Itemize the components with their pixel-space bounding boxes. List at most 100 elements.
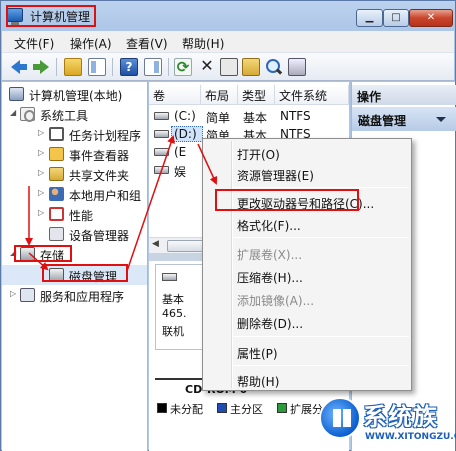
tree-item-root[interactable]: 计算机管理(本地) <box>2 84 147 104</box>
menu-separator <box>233 187 409 188</box>
disk-icon[interactable] <box>288 58 306 76</box>
menu-item-add-mirror: 添加镜像(A)... <box>237 294 315 308</box>
title-bar[interactable]: 计算机管理 ▁ □ ✕ <box>1 1 455 31</box>
disk-management-highlight-box <box>42 264 128 282</box>
change-drive-letter-highlight-box <box>215 189 359 211</box>
show-action-pane-icon[interactable] <box>144 58 162 76</box>
column-header-type[interactable]: 类型 <box>238 85 275 105</box>
watermark-url: WWW.XITONGZU.COM <box>365 432 456 442</box>
help-icon[interactable]: ? <box>120 58 138 76</box>
toolbar-separator <box>112 58 113 76</box>
tree-label: 性能 <box>69 209 94 223</box>
watermark-title: 系统族 <box>363 403 438 431</box>
menu-item-delete[interactable]: 删除卷(D)... <box>233 312 409 332</box>
disk-icon <box>154 112 169 120</box>
disk-icon <box>154 148 169 156</box>
disk-icon <box>162 273 177 281</box>
toolbar-separator <box>168 58 169 76</box>
up-folder-icon[interactable] <box>64 58 82 76</box>
maximize-button[interactable]: □ <box>383 9 409 27</box>
menu-item-open[interactable]: 打开(O) <box>233 143 409 163</box>
tree-item-event-viewer[interactable]: ▷ 事件查看器 <box>2 144 147 164</box>
menu-help[interactable]: 帮助(H) <box>182 35 224 52</box>
watermark-logo-icon <box>319 397 361 439</box>
tree-label: 设备管理器 <box>69 229 130 243</box>
toolbar-separator <box>56 58 57 76</box>
navigation-tree: 计算机管理(本地) ◢ 系统工具 ▷ 任务计划程序 ▷ 事件查看器 ▷ 共享文件… <box>2 82 148 451</box>
tree-item-local-users[interactable]: ▷ 本地用户和组 <box>2 184 147 204</box>
tree-item-performance[interactable]: ▷ 性能 <box>2 204 147 224</box>
tree-item-task-scheduler[interactable]: ▷ 任务计划程序 <box>2 124 147 144</box>
menu-item-explorer[interactable]: 资源管理器(E) <box>233 164 409 184</box>
back-arrow-icon[interactable] <box>10 58 28 76</box>
tree-item-services-apps[interactable]: ▷ 服务和应用程序 <box>2 285 147 305</box>
tree-label: 本地用户和组 <box>69 189 142 203</box>
event-viewer-icon <box>49 147 64 161</box>
menu-item-shrink[interactable]: 压缩卷(H)... <box>233 266 409 286</box>
disk-icon <box>154 166 169 174</box>
actions-section-label: 磁盘管理 <box>358 114 407 128</box>
legend-label: 主分区 <box>230 403 263 416</box>
expand-arrow-icon[interactable]: ▷ <box>38 169 46 177</box>
toolbar: ? ⟳ ✕ <box>2 53 454 81</box>
search-icon[interactable] <box>264 58 282 76</box>
expand-arrow-icon[interactable]: ▷ <box>38 189 46 197</box>
menu-file[interactable]: 文件(F) <box>14 35 54 52</box>
menu-item-help[interactable]: 帮助(H) <box>233 370 409 390</box>
refresh-icon[interactable]: ⟳ <box>174 58 192 76</box>
collapse-arrow-icon[interactable]: ◢ <box>10 109 18 117</box>
system-tools-icon <box>20 107 35 122</box>
tree-item-system-tools[interactable]: ◢ 系统工具 <box>2 104 147 124</box>
tree-label: 共享文件夹 <box>69 169 130 183</box>
menu-item-format[interactable]: 格式化(F)... <box>233 214 409 234</box>
users-icon <box>49 187 64 201</box>
tree-label: 计算机管理(本地) <box>29 89 123 103</box>
tree-label: 任务计划程序 <box>69 129 142 143</box>
properties-icon[interactable] <box>220 58 238 76</box>
menu-separator <box>233 237 409 238</box>
disk-status: 联机 <box>162 325 184 338</box>
menu-action[interactable]: 操作(A) <box>70 35 112 52</box>
menu-view[interactable]: 查看(V) <box>126 35 168 52</box>
column-header-volume[interactable]: 卷 <box>149 85 201 105</box>
scroll-left-icon[interactable]: ◀ <box>152 239 159 249</box>
column-header-filesystem[interactable]: 文件系统 <box>275 85 349 105</box>
tree-item-shared-folders[interactable]: ▷ 共享文件夹 <box>2 164 147 184</box>
legend-swatch-unallocated <box>157 403 167 413</box>
tree-item-device-manager[interactable]: 设备管理器 <box>2 224 147 244</box>
performance-icon <box>49 207 64 221</box>
volume-name: (C:) <box>174 109 196 123</box>
shared-folder-icon <box>49 167 64 181</box>
title-highlight-box <box>6 5 96 27</box>
expand-arrow-icon[interactable]: ▷ <box>38 129 46 137</box>
disk-kind: 基本 <box>162 293 184 306</box>
menu-separator <box>233 336 409 337</box>
expand-arrow-icon[interactable]: ▷ <box>10 290 18 298</box>
menu-item-properties[interactable]: 属性(P) <box>233 342 409 362</box>
disk-size: 465. <box>162 307 187 320</box>
minimize-button[interactable]: ▁ <box>356 9 383 27</box>
volume-name: 娱 <box>174 165 187 179</box>
legend-swatch-extended <box>277 403 287 413</box>
computer-management-window: 计算机管理 ▁ □ ✕ 文件(F) 操作(A) 查看(V) 帮助(H) ? ⟳ … <box>0 0 456 451</box>
menu-separator <box>233 365 409 366</box>
delete-icon[interactable]: ✕ <box>198 58 216 76</box>
menu-item-extend: 扩展卷(X)... <box>237 248 303 262</box>
volume-name: (E <box>174 145 187 159</box>
dropdown-arrow-icon[interactable] <box>436 117 446 122</box>
context-menu: 打开(O) 资源管理器(E) 更改驱动器号和路径(C)... 格式化(F)...… <box>202 138 412 391</box>
forward-arrow-icon[interactable] <box>32 58 50 76</box>
table-row[interactable]: (C:) 简单 基本 NTFS <box>149 107 349 125</box>
volume-layout: 简单 <box>206 111 231 125</box>
actions-section-disk-management[interactable]: 磁盘管理 <box>352 107 456 131</box>
services-icon <box>20 288 35 302</box>
legend-label: 未分配 <box>170 403 203 416</box>
volume-type: 基本 <box>243 111 268 125</box>
expand-arrow-icon[interactable]: ▷ <box>38 149 46 157</box>
show-tree-icon[interactable] <box>88 58 106 76</box>
column-header-layout[interactable]: 布局 <box>201 85 238 105</box>
open-folder-icon[interactable] <box>242 58 260 76</box>
expand-arrow-icon[interactable]: ▷ <box>38 209 46 217</box>
actions-header: 操作 <box>352 85 456 105</box>
close-button[interactable]: ✕ <box>409 9 453 27</box>
